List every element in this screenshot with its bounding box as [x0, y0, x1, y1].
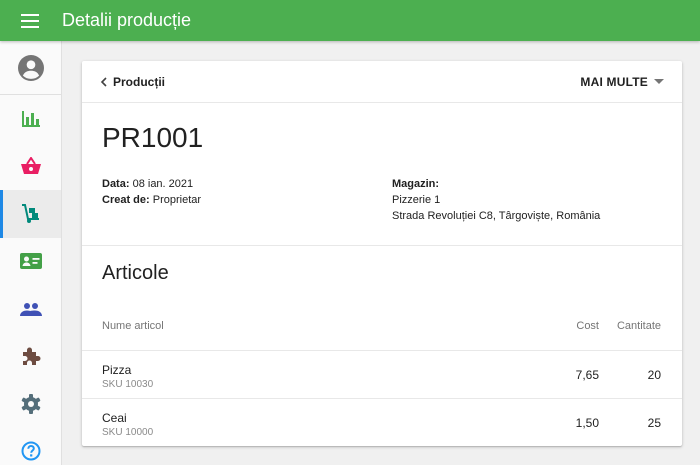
sidebar-item-help[interactable]	[0, 428, 61, 465]
column-header-cost: Cost	[576, 320, 599, 332]
help-icon	[21, 441, 40, 461]
sidebar	[0, 41, 62, 465]
contact-card-icon	[19, 253, 42, 270]
more-options-button[interactable]: MAI MULTE	[580, 75, 664, 89]
item-cost: 1,50	[575, 416, 599, 430]
articles-heading: Articole	[102, 262, 169, 284]
puzzle-icon	[22, 347, 40, 366]
item-quantity: 25	[647, 416, 661, 430]
card-header: Producții MAI MULTE	[82, 61, 682, 103]
store-address: Strada Revoluției C8, Târgoviște, Români…	[392, 210, 601, 222]
section-divider	[82, 245, 682, 246]
column-header-quantity: Cantitate	[616, 320, 661, 332]
table-header-divider	[82, 350, 682, 351]
user-avatar-button[interactable]	[0, 41, 61, 95]
created-by-row: Creat de: Proprietar	[102, 192, 201, 208]
item-sku: SKU 10030	[102, 379, 154, 390]
column-header-name: Nume articol	[102, 320, 164, 332]
menu-button[interactable]	[0, 0, 60, 41]
sidebar-item-production[interactable]	[0, 190, 61, 238]
created-by-value: Proprietar	[152, 194, 202, 206]
back-to-productions-link[interactable]: Producții	[100, 75, 165, 89]
sidebar-item-settings[interactable]	[0, 380, 61, 428]
sidebar-item-integrations[interactable]	[0, 333, 61, 381]
people-icon	[19, 302, 42, 316]
row-divider	[82, 398, 682, 399]
item-sku: SKU 10000	[102, 427, 154, 438]
production-meta-left: Data: 08 ian. 2021 Creat de: Proprietar	[102, 176, 201, 208]
store-info: Magazin: Pizzerie 1 Strada Revoluției C8…	[392, 176, 600, 224]
gear-icon	[21, 393, 40, 414]
basket-icon	[20, 157, 41, 175]
page-title: Detalii producție	[62, 10, 192, 30]
hand-truck-icon	[21, 203, 39, 223]
sidebar-item-employees[interactable]	[0, 285, 61, 333]
app-bar: Detalii producție	[0, 0, 700, 41]
more-options-label: MAI MULTE	[580, 74, 648, 89]
item-quantity: 20	[647, 368, 661, 382]
item-name: Ceai	[102, 411, 127, 425]
store-name: Pizzerie 1	[392, 194, 441, 206]
item-name: Pizza	[102, 363, 132, 377]
created-by-label: Creat de:	[102, 194, 150, 206]
sidebar-item-customers[interactable]	[0, 238, 61, 286]
account-circle-icon	[17, 54, 44, 81]
date-value: 08 ian. 2021	[132, 178, 194, 190]
production-id: PR1001	[102, 122, 204, 153]
hamburger-menu-icon	[21, 13, 39, 28]
date-row: Data: 08 ian. 2021	[102, 176, 201, 192]
bar-chart-icon	[21, 110, 40, 127]
date-label: Data:	[102, 178, 130, 190]
back-link-label: Producții	[113, 74, 166, 89]
store-label: Magazin:	[392, 178, 440, 190]
dropdown-arrow-icon	[654, 79, 664, 84]
item-cost: 7,65	[575, 368, 599, 382]
production-detail-card: Producții MAI MULTE PR1001 Data: 08 ian.…	[82, 61, 682, 446]
sidebar-item-sales[interactable]	[0, 143, 61, 191]
sidebar-item-reports[interactable]	[0, 95, 61, 143]
chevron-left-icon	[100, 76, 107, 87]
